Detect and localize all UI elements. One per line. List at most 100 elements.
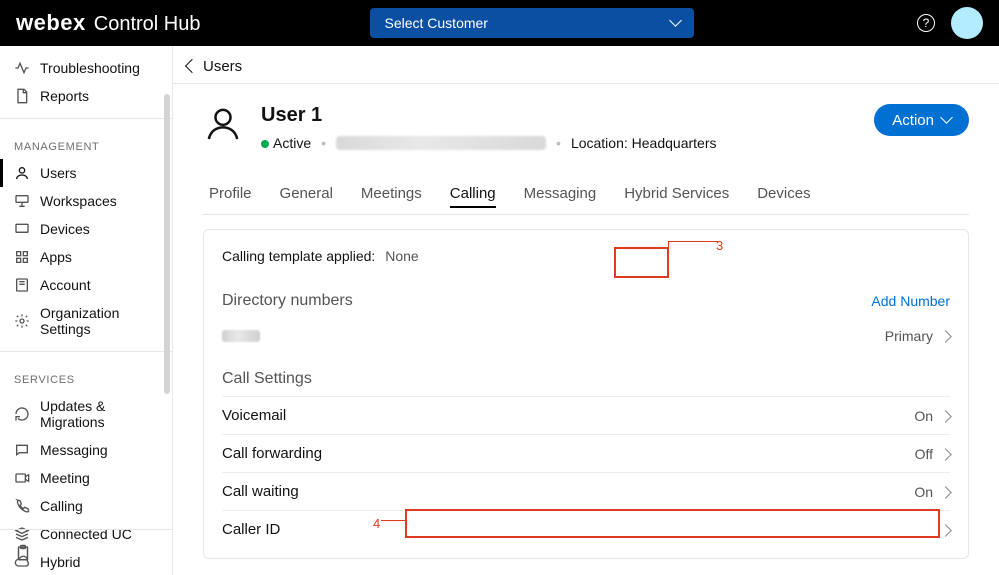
sidebar-item-label: Messaging [40,442,108,458]
chevron-down-icon [671,16,680,30]
tab-meetings[interactable]: Meetings [361,177,422,214]
pulse-icon [14,60,30,76]
sidebar-item-devices[interactable]: Devices [0,215,172,243]
brand-logo: webex [16,10,86,36]
calling-template-label: Calling template applied: [222,248,375,264]
tab-label: General [280,185,333,202]
redacted-number [222,330,260,342]
sidebar: Troubleshooting Reports Management Users… [0,46,173,575]
avatar[interactable] [951,7,983,39]
separator-dot: • [556,135,561,151]
chevron-right-icon [941,522,950,538]
tab-messaging[interactable]: Messaging [524,177,597,214]
directory-number-right: Primary [885,328,950,344]
chevron-right-icon [941,484,950,500]
status-text: Active [273,135,311,151]
add-number-link[interactable]: Add Number [871,293,950,309]
setting-voicemail[interactable]: Voicemail On [222,396,950,434]
shell: Troubleshooting Reports Management Users… [0,46,999,575]
calling-card: Calling template applied: None Directory… [203,229,969,559]
account-icon [14,277,30,293]
user-avatar-icon [203,104,243,147]
action-button[interactable]: Action [874,104,969,136]
main: Users User 1 Active • • Location: Headqu… [173,46,999,575]
tab-label: Calling [450,185,496,202]
setting-call-waiting[interactable]: Call waiting On [222,472,950,510]
chevron-down-icon [942,113,951,127]
tab-row: Profile General Meetings Calling Messagi… [203,177,969,215]
divider [0,118,172,119]
tab-label: Profile [209,185,252,202]
user-header: User 1 Active • • Location: Headquarters… [203,84,969,151]
action-button-label: Action [892,112,934,129]
sidebar-footer[interactable] [0,529,172,575]
tab-general[interactable]: General [280,177,333,214]
sidebar-item-messaging[interactable]: Messaging [0,436,172,464]
top-bar-right: ? [917,7,983,39]
sidebar-scrollbar[interactable] [164,94,170,524]
meeting-icon [14,470,30,486]
sidebar-item-label: Meeting [40,470,90,486]
call-settings-title: Call Settings [222,352,950,396]
sidebar-item-label: Account [40,277,91,293]
tab-profile[interactable]: Profile [209,177,252,214]
calling-template-row: Calling template applied: None [222,230,950,274]
brand-product: Control Hub [94,13,201,36]
tab-calling[interactable]: Calling [450,177,496,214]
directory-numbers-header: Directory numbers Add Number [222,274,950,318]
sidebar-item-updates[interactable]: Updates & Migrations [0,392,172,436]
clipboard-icon [14,544,32,562]
annotation-label-4: 4 [373,516,380,531]
breadcrumb-back[interactable]: Users [173,46,999,83]
sidebar-item-label: Users [40,165,77,181]
status-badge: Active [261,135,311,151]
chevron-right-icon [941,328,950,344]
sidebar-item-calling[interactable]: Calling [0,492,172,520]
sidebar-item-org-settings[interactable]: Organization Settings [0,299,172,343]
status-dot-icon [261,140,269,148]
help-icon[interactable]: ? [917,14,935,32]
sidebar-item-reports[interactable]: Reports [0,82,172,110]
sidebar-item-label: Reports [40,88,89,104]
sidebar-item-label: Troubleshooting [40,60,140,76]
sidebar-item-label: Devices [40,221,90,237]
main-content: User 1 Active • • Location: Headquarters… [173,84,999,575]
section-header-services: Services [0,360,172,392]
directory-number-row[interactable]: Primary [222,318,950,352]
customer-select[interactable]: Select Customer [370,8,694,38]
sidebar-item-workspaces[interactable]: Workspaces [0,187,172,215]
annotation-label-3: 3 [716,238,723,253]
breadcrumb-label: Users [203,58,242,75]
apps-icon [14,249,30,265]
gear-icon [14,313,30,329]
tab-devices[interactable]: Devices [757,177,810,214]
sidebar-item-troubleshooting[interactable]: Troubleshooting [0,54,172,82]
directory-number-type: Primary [885,328,933,344]
divider [0,351,172,352]
setting-label: Call forwarding [222,445,322,462]
sidebar-item-label: Workspaces [40,193,117,209]
user-location: Location: Headquarters [571,135,717,151]
tab-label: Devices [757,185,810,202]
tab-label: Hybrid Services [624,185,729,202]
top-bar: webex Control Hub Select Customer ? [0,0,999,46]
sidebar-item-account[interactable]: Account [0,271,172,299]
sidebar-item-meeting[interactable]: Meeting [0,464,172,492]
phone-icon [14,498,30,514]
setting-value: On [914,408,933,424]
tab-label: Messaging [524,185,597,202]
directory-numbers-title: Directory numbers [222,292,353,310]
chevron-right-icon [941,446,950,462]
chevron-left-icon [187,58,197,75]
refresh-icon [14,406,30,422]
user-block: User 1 Active • • Location: Headquarters [261,104,874,151]
setting-caller-id[interactable]: Caller ID [222,510,950,548]
sidebar-item-apps[interactable]: Apps [0,243,172,271]
setting-value: On [914,484,933,500]
sidebar-item-users[interactable]: Users [0,159,172,187]
tab-label: Meetings [361,185,422,202]
sidebar-item-label: Updates & Migrations [40,398,158,430]
tab-hybrid-services[interactable]: Hybrid Services [624,177,729,214]
setting-call-forwarding[interactable]: Call forwarding Off [222,434,950,472]
section-header-management: Management [0,127,172,159]
